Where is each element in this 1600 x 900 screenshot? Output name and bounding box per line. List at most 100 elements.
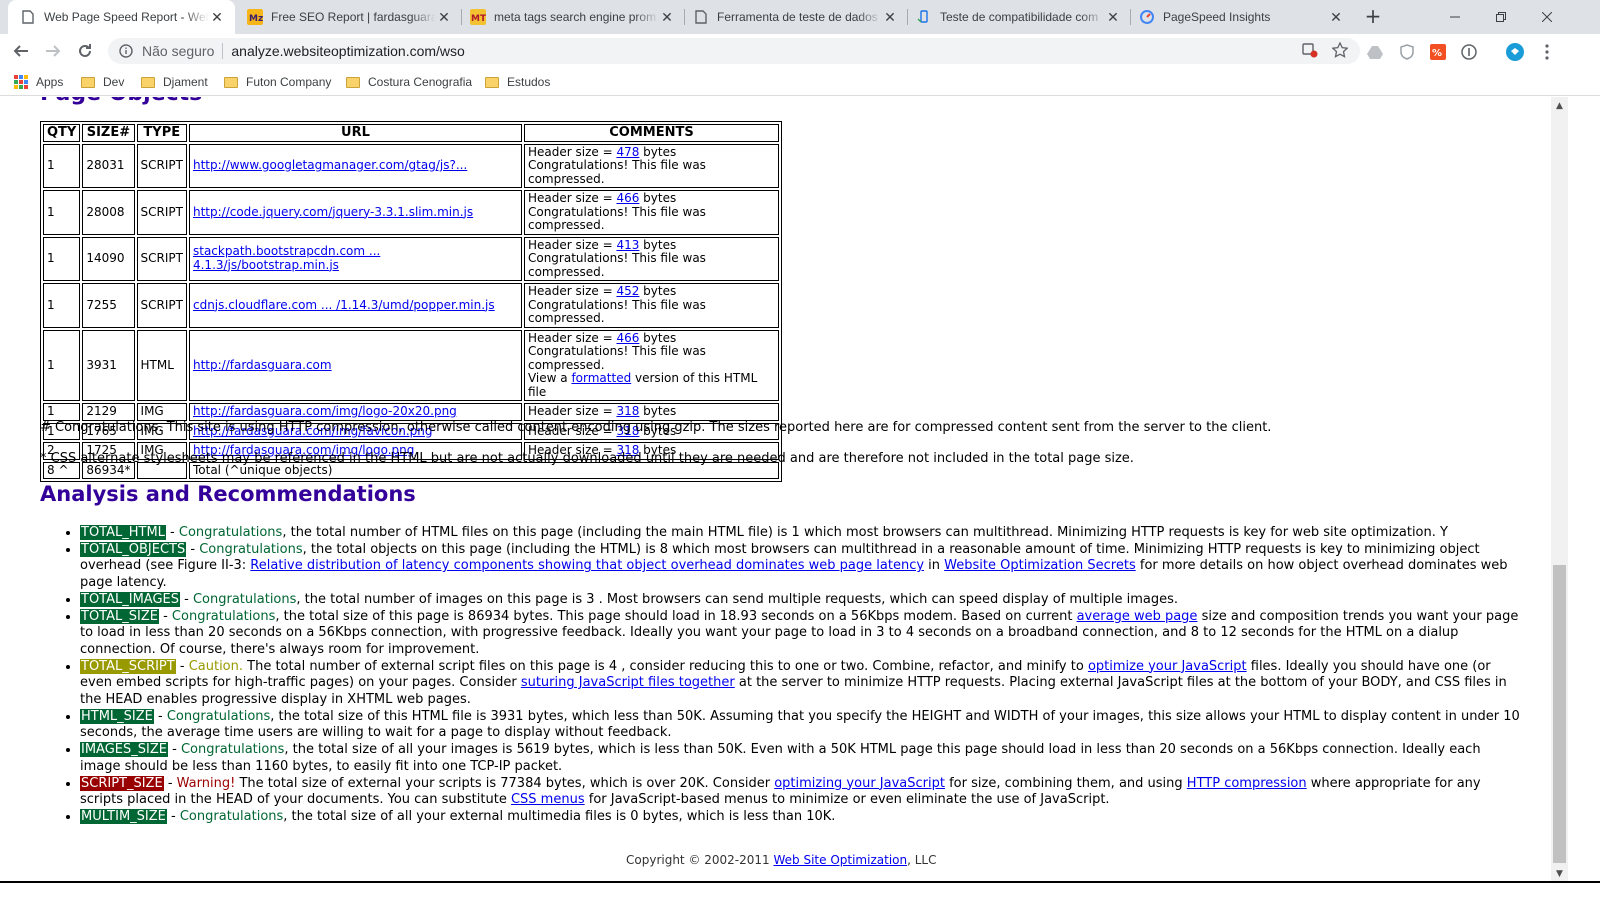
column-header: QTY	[43, 124, 81, 142]
bookmark-costura-cenografia[interactable]: Costura Cenografia	[346, 74, 472, 90]
percent-extension-icon[interactable]: %	[1429, 43, 1447, 61]
bookmark-djament[interactable]: Djament	[141, 74, 208, 90]
recommendation-item: IMAGES_SIZE - Congratulations, the total…	[80, 742, 1520, 775]
recommendation-text: for JavaScript-based menus to minimize o…	[584, 792, 1110, 808]
copyright-footer: Copyright © 2002-2011 Web Site Optimizat…	[626, 853, 936, 867]
comments-cell: Header size = 413 bytes Congratulations! …	[523, 236, 779, 281]
header-size-link[interactable]: 318	[616, 404, 639, 418]
bookmark-label: Futon Company	[246, 75, 332, 89]
address-bar[interactable]: Não seguro analyze.websiteoptimization.c…	[108, 38, 1360, 64]
close-tab-icon[interactable]: ✕	[1105, 9, 1121, 26]
bytes-suffix: bytes	[639, 284, 677, 298]
info-icon[interactable]	[118, 43, 134, 59]
bookmark-star-icon[interactable]	[1331, 41, 1349, 61]
recommendation-text: , the total number of images on this pag…	[296, 591, 1178, 607]
folder-icon	[485, 76, 499, 88]
qty-cell: 1	[43, 329, 81, 401]
close-tab-icon[interactable]: ✕	[659, 9, 675, 26]
comments-cell: Header size = 318 bytes	[523, 403, 779, 421]
back-arrow-icon[interactable]	[9, 39, 33, 63]
translate-blocked-icon[interactable]	[1302, 42, 1318, 61]
recommendation-item: TOTAL_IMAGES - Congratulations, the tota…	[80, 591, 1520, 609]
window-bottom-edge	[0, 881, 1600, 900]
qty-cell: 1	[43, 236, 81, 281]
recommendation-link[interactable]: HTTP compression	[1187, 776, 1307, 791]
status-text: Congratulations	[171, 608, 276, 624]
vertical-scrollbar[interactable]: ▲ ▼	[1551, 97, 1568, 882]
qty-cell: 1	[43, 403, 81, 421]
close-tab-icon[interactable]: ✕	[1328, 9, 1344, 26]
forward-arrow-icon[interactable]	[41, 39, 65, 63]
tab-web-page-speed-report[interactable]: Web Page Speed Report - Web ✕	[8, 0, 235, 34]
formatted-link[interactable]: formatted	[571, 371, 631, 385]
url-cell: cdnjs.cloudflare.com ... /1.14.3/umd/pop…	[188, 283, 522, 328]
object-url-link[interactable]: stackpath.bootstrapcdn.com ... 4.1.3/js/…	[193, 244, 380, 272]
recommendation-link[interactable]: average web page	[1077, 609, 1198, 624]
metric-badge: MULTIM_SIZE	[80, 808, 167, 824]
scrollbar-thumb[interactable]	[1553, 565, 1566, 863]
recommendation-item: HTML_SIZE - Congratulations, the total s…	[80, 708, 1520, 742]
header-size-link[interactable]: 466	[616, 191, 639, 205]
url-cell: http://www.googletagmanager.com/gtag/js?…	[188, 143, 522, 188]
shield-extension-icon[interactable]	[1398, 43, 1416, 61]
scroll-up-arrow-icon[interactable]: ▲	[1551, 97, 1568, 114]
bookmark-label: Estudos	[507, 75, 551, 89]
bookmark-dev[interactable]: Dev	[81, 74, 124, 90]
page-icon	[693, 9, 709, 25]
svg-text:Mz: Mz	[249, 14, 263, 24]
recommendation-item: TOTAL_SCRIPT - Caution. The total number…	[80, 658, 1520, 709]
menu-dots-icon[interactable]	[1538, 43, 1556, 61]
recommendation-link[interactable]: suturing JavaScript files together	[521, 675, 735, 690]
size-cell: 28031	[82, 143, 135, 188]
recommendation-text: The total number of external script file…	[243, 658, 1088, 674]
qty-cell: 1	[43, 143, 81, 188]
table-row: 1 28031 SCRIPT http://www.googletagmanager.…	[43, 143, 779, 188]
close-tab-icon[interactable]: ✕	[209, 9, 225, 26]
compressed-message: Congratulations! This file was compresse…	[527, 204, 706, 232]
tab-ferramenta-teste[interactable]: Ferramenta de teste de dados ✕	[681, 0, 908, 34]
restore-icon[interactable]	[1478, 0, 1524, 34]
close-tab-icon[interactable]: ✕	[436, 9, 452, 26]
copyright-suffix: , LLC	[907, 853, 937, 867]
status-text: Congratulations	[199, 541, 303, 557]
minimize-icon[interactable]	[1432, 0, 1478, 34]
reload-icon[interactable]	[73, 39, 97, 63]
close-window-icon[interactable]	[1524, 0, 1570, 34]
type-cell: SCRIPT	[136, 236, 187, 281]
recommendation-text: , the total size of all your external mu…	[283, 808, 836, 824]
object-url-link[interactable]: http://www.googletagmanager.com/gtag/js?…	[193, 158, 467, 172]
info-extension-icon[interactable]	[1460, 43, 1478, 61]
object-url-link[interactable]: http://code.jquery.com/jquery-3.3.1.slim…	[193, 205, 473, 219]
new-tab-button[interactable]: +	[1362, 6, 1384, 28]
bookmark-estudos[interactable]: Estudos	[485, 74, 550, 90]
recommendation-link[interactable]: Relative distribution of latency compone…	[250, 558, 924, 573]
tab-free-seo-report[interactable]: Mz Free SEO Report | fardasguara. ✕	[235, 0, 462, 34]
profile-avatar-icon[interactable]	[1506, 43, 1524, 61]
object-url-link[interactable]: cdnjs.cloudflare.com ... /1.14.3/umd/pop…	[193, 298, 495, 312]
header-size-link[interactable]: 466	[616, 331, 639, 345]
recommendation-link[interactable]: optimize your JavaScript	[1088, 659, 1247, 674]
bookmark-apps[interactable]: Apps	[14, 74, 63, 90]
url-text[interactable]: analyze.websiteoptimization.com/wso	[231, 43, 464, 59]
bookmark-label: Apps	[36, 75, 64, 89]
recommendation-link[interactable]: Website Optimization Secrets	[944, 558, 1136, 573]
recommendation-link[interactable]: CSS menus	[511, 792, 585, 807]
tab-title: Ferramenta de teste de dados	[717, 10, 878, 24]
bytes-suffix: bytes	[639, 144, 677, 159]
header-size-link[interactable]: 413	[616, 238, 639, 252]
close-tab-icon[interactable]: ✕	[882, 9, 898, 26]
drive-extension-icon[interactable]	[1366, 43, 1384, 61]
wso-footer-link[interactable]: Web Site Optimization	[774, 853, 908, 867]
bookmark-futon-company[interactable]: Futon Company	[224, 74, 331, 90]
object-url-link[interactable]: http://fardasguara.com/img/logo-20x20.pn…	[193, 404, 457, 418]
tab-meta-tags[interactable]: MT meta tags search engine prom ✕	[458, 0, 685, 34]
object-url-link[interactable]: http://fardasguara.com	[193, 358, 332, 372]
recommendation-item: TOTAL_OBJECTS - Congratulations, the tot…	[80, 541, 1520, 592]
header-size-prefix: Header size =	[527, 237, 617, 252]
tab-teste-compatibilidade[interactable]: Teste de compatibilidade com ✕	[904, 0, 1131, 34]
header-size-link[interactable]: 478	[616, 145, 639, 159]
scroll-down-arrow-icon[interactable]: ▼	[1551, 865, 1568, 882]
tab-pagespeed-insights[interactable]: PageSpeed Insights ✕	[1127, 0, 1354, 34]
header-size-link[interactable]: 452	[616, 284, 639, 298]
recommendation-link[interactable]: optimizing your JavaScript	[774, 776, 945, 791]
